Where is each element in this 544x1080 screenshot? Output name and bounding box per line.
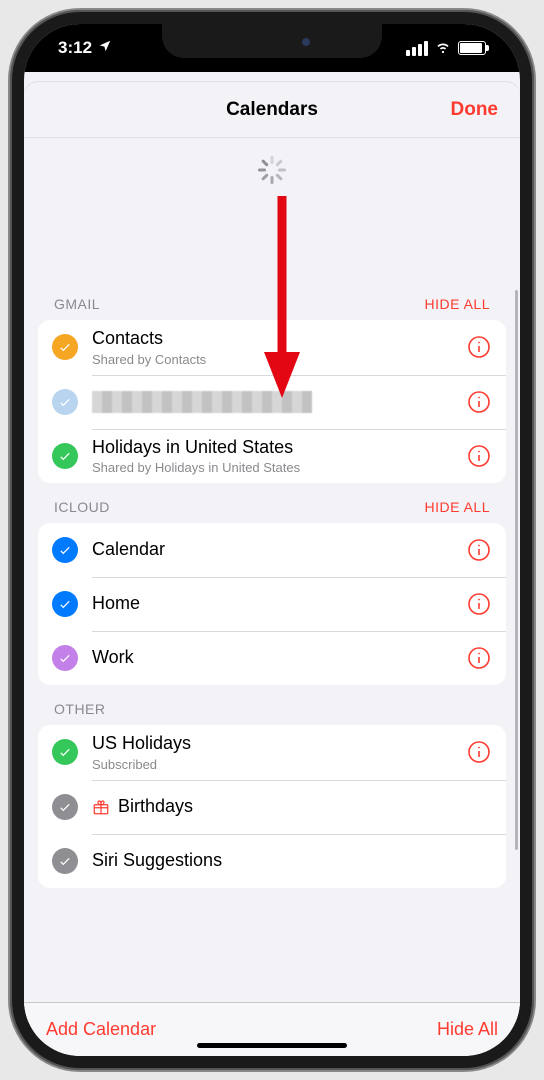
info-icon[interactable]: [466, 645, 492, 671]
calendar-label: Birthdays: [118, 796, 193, 818]
info-icon[interactable]: [466, 591, 492, 617]
check-icon[interactable]: [52, 645, 78, 671]
calendar-row-redacted[interactable]: [38, 375, 506, 429]
refresh-spinner: [24, 138, 520, 190]
info-icon[interactable]: [466, 389, 492, 415]
status-left: 3:12: [58, 38, 112, 58]
status-right: [406, 37, 486, 60]
section-icloud: ICLOUD HIDE ALL Calendar: [38, 499, 506, 685]
battery-icon: [458, 41, 486, 55]
scroll-indicator: [515, 290, 518, 850]
info-icon[interactable]: [466, 334, 492, 360]
check-icon[interactable]: [52, 591, 78, 617]
calendar-sub: Subscribed: [92, 757, 466, 772]
info-icon[interactable]: [466, 739, 492, 765]
calendar-row-calendar[interactable]: Calendar: [38, 523, 506, 577]
section-gmail: GMAIL HIDE ALL Contacts Shared by Contac…: [38, 296, 506, 483]
calendar-label: Siri Suggestions: [92, 850, 492, 872]
section-other: OTHER US Holidays Subscribed: [38, 701, 506, 888]
page-title: Calendars: [226, 99, 318, 121]
calendar-label: Calendar: [92, 539, 466, 561]
section-title-other: OTHER: [54, 701, 106, 717]
check-icon[interactable]: [52, 443, 78, 469]
calendar-sub: Shared by Holidays in United States: [92, 460, 466, 475]
calendar-row-us-holidays[interactable]: US Holidays Subscribed: [38, 725, 506, 780]
add-calendar-button[interactable]: Add Calendar: [46, 1019, 156, 1040]
modal-sheet: Calendars Done: [24, 82, 520, 1056]
check-icon[interactable]: [52, 848, 78, 874]
notch: [162, 24, 382, 58]
check-icon[interactable]: [52, 739, 78, 765]
info-icon[interactable]: [466, 537, 492, 563]
check-icon[interactable]: [52, 389, 78, 415]
location-icon: [98, 38, 112, 58]
calendar-row-birthdays[interactable]: Birthdays: [38, 780, 506, 834]
done-button[interactable]: Done: [451, 82, 499, 137]
check-icon[interactable]: [52, 537, 78, 563]
calendar-label: Contacts: [92, 328, 466, 350]
spinner-icon: [258, 156, 286, 184]
cellular-icon: [406, 41, 428, 56]
calendar-row-holidays-us[interactable]: Holidays in United States Shared by Holi…: [38, 429, 506, 484]
calendar-row-contacts[interactable]: Contacts Shared by Contacts: [38, 320, 506, 375]
group-icloud: Calendar Home: [38, 523, 506, 685]
content-area[interactable]: GMAIL HIDE ALL Contacts Shared by Contac…: [24, 190, 520, 1002]
device-frame: 3:12 Calendars Done: [10, 10, 534, 1070]
calendar-label: US Holidays: [92, 733, 466, 755]
wifi-icon: [434, 37, 452, 60]
section-title-gmail: GMAIL: [54, 296, 100, 312]
sheet-header: Calendars Done: [24, 82, 520, 138]
check-icon[interactable]: [52, 334, 78, 360]
calendar-sub: Shared by Contacts: [92, 352, 466, 367]
gift-icon: [92, 798, 110, 816]
screen: 3:12 Calendars Done: [24, 24, 520, 1056]
calendar-label: Work: [92, 647, 466, 669]
group-other: US Holidays Subscribed: [38, 725, 506, 888]
section-title-icloud: ICLOUD: [54, 499, 110, 515]
calendar-row-siri[interactable]: Siri Suggestions: [38, 834, 506, 888]
hide-all-gmail[interactable]: HIDE ALL: [425, 296, 490, 312]
status-time: 3:12: [58, 38, 92, 58]
group-gmail: Contacts Shared by Contacts: [38, 320, 506, 483]
pull-spacer: [38, 190, 506, 280]
home-indicator[interactable]: [197, 1043, 347, 1048]
calendar-label: Holidays in United States: [92, 437, 466, 459]
redacted-label: [92, 391, 312, 413]
calendar-row-home[interactable]: Home: [38, 577, 506, 631]
calendar-label: Home: [92, 593, 466, 615]
check-icon[interactable]: [52, 794, 78, 820]
hide-all-button[interactable]: Hide All: [437, 1019, 498, 1040]
hide-all-icloud[interactable]: HIDE ALL: [425, 499, 490, 515]
calendar-row-work[interactable]: Work: [38, 631, 506, 685]
info-icon[interactable]: [466, 443, 492, 469]
